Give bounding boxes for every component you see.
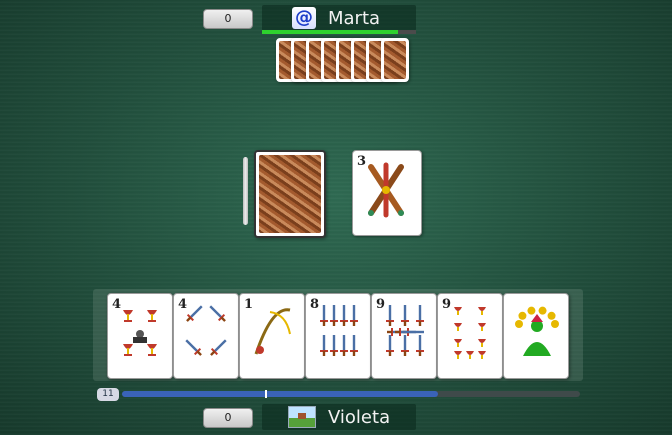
opponent-card-back <box>381 38 409 82</box>
copas-suit-icon <box>118 304 164 362</box>
top-player-turn-progress-fill <box>262 30 398 34</box>
hand-card[interactable]: 4 <box>107 293 173 379</box>
top-player-turn-progress <box>262 30 416 34</box>
card-back-pattern <box>259 155 321 233</box>
top-player-score: 0 <box>203 9 253 29</box>
hand-card[interactable]: 1 <box>239 293 305 379</box>
espadas-suit-icon <box>316 304 362 362</box>
hand-card[interactable] <box>503 293 569 379</box>
bottom-player-timer-fill <box>122 391 439 397</box>
top-player-nameplate: @ Marta <box>262 5 416 31</box>
deck-card-back[interactable] <box>254 150 326 238</box>
espadas-suit-icon <box>382 304 428 362</box>
bottom-player-nameplate: Violeta <box>262 404 416 430</box>
remaining-cards-counter: 11 <box>97 388 119 401</box>
landscape-icon <box>288 406 316 428</box>
espadas-suit-icon <box>250 304 296 362</box>
trump-card: 3 <box>352 150 422 236</box>
hand-card[interactable]: 9 <box>437 293 503 379</box>
bastos-suit-icon <box>368 162 404 218</box>
at-sign-icon: @ <box>292 7 316 29</box>
espadas-suit-icon <box>184 304 230 362</box>
bottom-player-score: 0 <box>203 408 253 428</box>
hand-card[interactable]: 8 <box>305 293 371 379</box>
bottom-player-timer <box>122 390 580 398</box>
deck-stack-indicator <box>243 157 248 225</box>
hand-card[interactable]: 4 <box>173 293 239 379</box>
bottom-player-name: Violeta <box>328 406 391 428</box>
card-back-pattern <box>384 41 406 79</box>
copas-suit-icon <box>448 304 494 362</box>
hand-card[interactable]: 9 <box>371 293 437 379</box>
joker-icon <box>514 304 560 362</box>
timer-marker <box>265 390 267 398</box>
top-player-name: Marta <box>328 7 381 29</box>
